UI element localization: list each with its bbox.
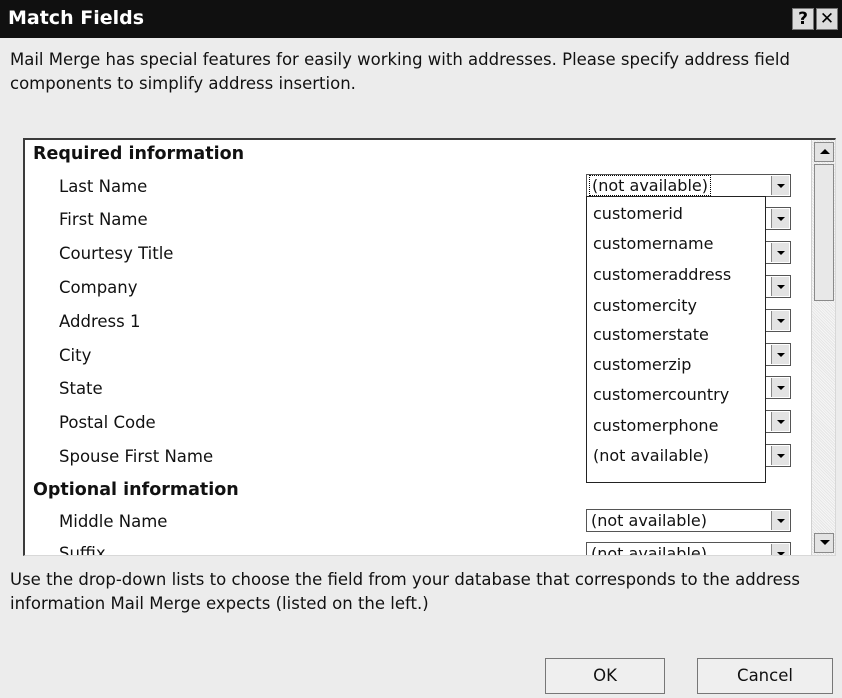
field-label: City [59,346,92,365]
field-label: Company [59,278,138,297]
arrow-down-icon[interactable] [814,533,834,553]
field-label: Middle Name [59,512,168,531]
chevron-down-icon[interactable] [771,176,789,195]
chevron-down-icon[interactable] [771,243,789,262]
chevron-down-icon[interactable] [771,378,789,397]
chevron-down-icon[interactable] [771,345,789,364]
field-label: Address 1 [59,312,141,331]
close-button[interactable]: ✕ [816,8,838,30]
dropdown-list[interactable]: customerid customername customeraddress … [586,196,766,483]
intro-text: Mail Merge has special features for easi… [10,50,790,93]
arrow-up-icon[interactable] [814,142,834,162]
field-label: First Name [59,210,148,229]
chevron-down-icon[interactable] [771,446,789,465]
dropdown-option[interactable]: customerstate [593,325,709,344]
chevron-down-icon[interactable] [771,511,789,530]
footer-text: Use the drop-down lists to choose the fi… [10,570,800,613]
cancel-button[interactable]: Cancel [697,658,833,694]
field-label: Last Name [59,177,148,196]
vertical-scrollbar[interactable] [811,140,835,555]
field-label: State [59,379,103,398]
dropdown-option[interactable]: customerid [593,204,683,223]
dropdown-option[interactable]: customername [593,234,713,253]
field-list[interactable]: Required information Last Name First Nam… [23,138,836,556]
combo-value: (not available) [591,544,707,556]
help-button[interactable]: ? [792,8,814,30]
dropdown-option[interactable]: customeraddress [593,265,731,284]
dropdown-option[interactable]: customerphone [593,416,718,435]
scrollbar-thumb[interactable] [814,164,834,301]
field-label: Spouse First Name [59,447,214,466]
combo-value: (not available) [591,511,707,530]
chevron-down-icon[interactable] [771,412,789,431]
dropdown-option[interactable]: customercity [593,296,697,315]
field-label: Courtesy Title [59,244,174,263]
chevron-down-icon[interactable] [771,544,789,555]
chevron-down-icon[interactable] [771,311,789,330]
last-name-combo[interactable]: (not available) [586,174,791,197]
title-bar: Match Fields ? ✕ [0,0,842,38]
suffix-combo[interactable]: (not available) [586,542,791,556]
field-label: Postal Code [59,413,156,432]
dropdown-option[interactable]: customercountry [593,385,729,404]
combo-value: (not available) [589,175,711,196]
chevron-down-icon[interactable] [771,277,789,296]
required-heading: Required information [33,144,245,164]
dialog-title: Match Fields [8,7,145,29]
middle-name-combo[interactable]: (not available) [586,509,791,532]
ok-button[interactable]: OK [545,658,665,694]
chevron-down-icon[interactable] [771,209,789,228]
optional-heading: Optional information [33,480,239,500]
field-label: Suffix [59,544,106,556]
dropdown-option[interactable]: (not available) [593,446,709,465]
dropdown-option[interactable]: customerzip [593,355,691,374]
